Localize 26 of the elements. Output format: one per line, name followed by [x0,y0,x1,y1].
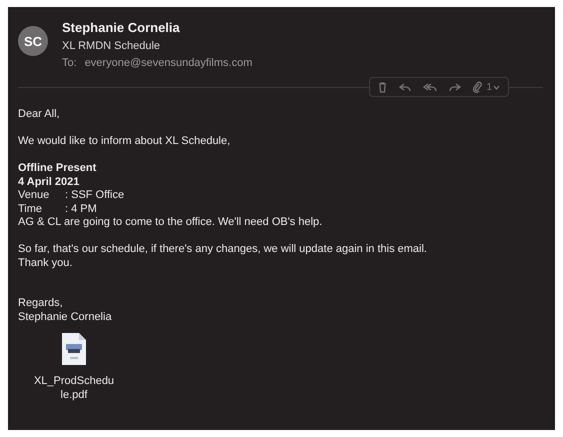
body-text: Dear All, [18,108,61,122]
subject: XL RMDN Schedule [62,40,162,52]
sender-name: Stephanie Cornelia [62,20,181,35]
body-text: 4 April 2021 [18,176,80,189]
body-text: Offline Present [18,162,98,176]
body-text: So far, that's our schedule, if there's any changes, we will update again in this email. [18,243,428,256]
paperclip-icon[interactable] [473,81,482,93]
field-label: Venue [18,189,50,202]
attachment-filename[interactable]: XL_ProdSchedu le.pdf [34,374,114,402]
body-text: Regards, [18,297,64,310]
field-label: Time [18,202,44,216]
body-text: We would like to inform about XL Schedule, [18,135,232,148]
field-value: : 4 PM [65,202,97,216]
field-value: : SSF Office [65,189,124,202]
avatar: SC [18,26,48,56]
recipient: everyone@sevensundayfilms.com [84,57,252,69]
forward-icon[interactable] [449,82,462,92]
pdf-file-icon[interactable] [61,332,87,366]
to-label: To: [62,57,77,69]
reply-all-icon[interactable] [423,82,438,92]
reply-icon[interactable] [399,82,412,92]
body-text: Stephanie Cornelia [18,310,113,324]
caret-icon[interactable] [493,84,500,90]
body-text: Thank you. [18,256,74,270]
trash-icon[interactable] [378,82,388,92]
body-text: AG & CL are going to come to the office. We'll need OB's help. [18,216,324,230]
